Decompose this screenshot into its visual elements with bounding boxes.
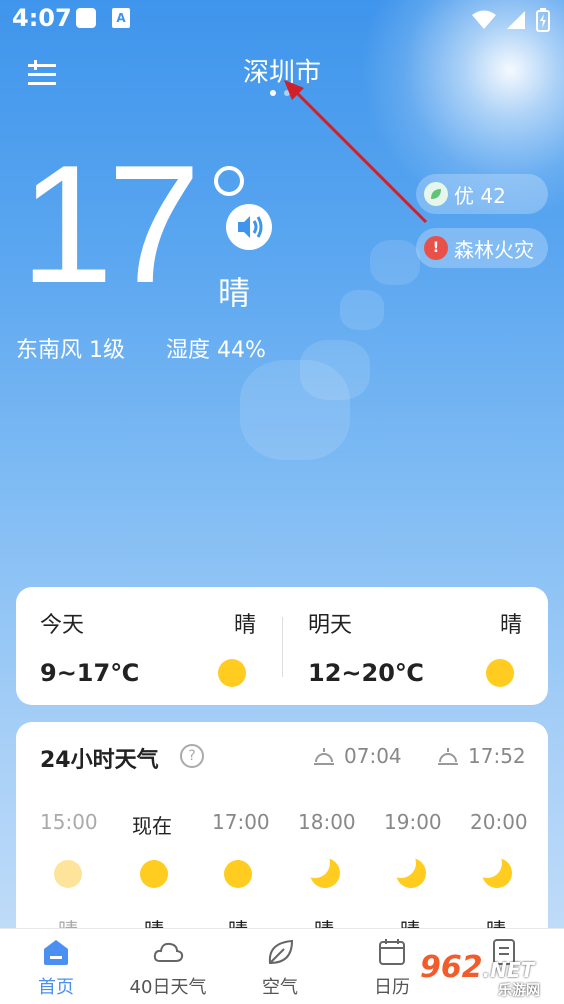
tomorrow-label: 明天 bbox=[308, 613, 353, 638]
today-condition: 晴 bbox=[234, 613, 257, 638]
sun-icon bbox=[224, 860, 252, 888]
watermark-suffix: .NET bbox=[482, 958, 535, 982]
humidity-info: 湿度 44% bbox=[166, 338, 266, 363]
watermark-sub: 乐游网 bbox=[498, 983, 540, 999]
moon-icon bbox=[472, 848, 512, 888]
hour-time: 15:00 bbox=[40, 810, 98, 834]
hour-time: 17:00 bbox=[212, 810, 270, 834]
site-watermark: 962.NET 乐游网 bbox=[420, 950, 560, 1000]
calendar-icon bbox=[379, 939, 405, 965]
today-range: 9~17℃ bbox=[40, 659, 140, 687]
lens-flare bbox=[240, 360, 350, 460]
card-divider bbox=[282, 617, 283, 677]
sunset-icon bbox=[438, 748, 458, 765]
sun-icon bbox=[218, 659, 246, 687]
hour-time: 20:00 bbox=[470, 810, 528, 834]
moon-icon bbox=[386, 848, 426, 888]
watermark-main: 962 bbox=[420, 950, 483, 985]
tab-40-day[interactable]: 40日天气 bbox=[112, 929, 224, 1004]
sun-icon bbox=[486, 659, 514, 687]
sunrise-time: 07:04 bbox=[344, 744, 402, 768]
annotation-arrow bbox=[284, 80, 428, 224]
daily-forecast-card[interactable]: 今天 晴 9~17℃ 明天 晴 12~20℃ bbox=[16, 587, 548, 705]
hour-time: 现在 bbox=[132, 814, 172, 838]
moon-icon bbox=[300, 848, 340, 888]
tab-air[interactable]: 空气 bbox=[224, 929, 336, 1004]
sunrise-icon bbox=[314, 748, 334, 765]
tab-home[interactable]: 首页 bbox=[0, 929, 112, 1004]
help-icon[interactable]: ? bbox=[180, 744, 204, 768]
hour-time: 18:00 bbox=[298, 810, 356, 834]
tomorrow-condition: 晴 bbox=[500, 613, 523, 638]
hourly-title: 24小时天气 bbox=[40, 748, 159, 773]
cloud-icon bbox=[153, 942, 184, 962]
tab-label: 40日天气 bbox=[129, 977, 207, 998]
leaf-icon bbox=[268, 939, 294, 965]
home-icon bbox=[44, 940, 68, 965]
sun-icon bbox=[140, 860, 168, 888]
hour-time: 19:00 bbox=[384, 810, 442, 834]
sun-icon bbox=[54, 860, 82, 888]
today-label: 今天 bbox=[40, 613, 85, 638]
wind-info: 东南风 1级 bbox=[16, 338, 125, 363]
hourly-forecast-card[interactable]: 24小时天气 ? 07:04 17:52 15:00 晴 现在 晴 17:00 … bbox=[16, 722, 548, 962]
sunset-time: 17:52 bbox=[468, 744, 526, 768]
tomorrow-range: 12~20℃ bbox=[308, 659, 424, 687]
tab-label: 首页 bbox=[38, 977, 74, 998]
weather-screen: 4:07 A 深圳市 17 晴 东南风 1级 湿度 44% 优 42 ! 森林火… bbox=[0, 0, 564, 1004]
tab-label: 空气 bbox=[262, 977, 298, 998]
